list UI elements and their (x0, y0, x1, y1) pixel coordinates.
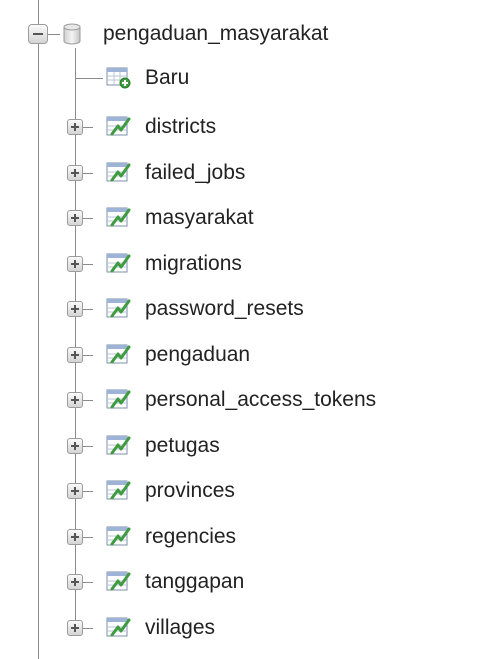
table-icon (106, 435, 131, 455)
tree-connector (83, 355, 93, 356)
table-row-villages[interactable]: villages (0, 610, 470, 648)
table-icon (106, 389, 131, 409)
tree-connector (83, 446, 93, 447)
table-name[interactable]: petugas (145, 434, 220, 458)
table-icon (106, 116, 131, 136)
table-row-regencies[interactable]: regencies (0, 519, 470, 557)
table-name[interactable]: password_resets (145, 297, 304, 321)
database-icon (63, 23, 81, 45)
table-row-masyarakat[interactable]: masyarakat (0, 200, 470, 238)
table-icon (106, 617, 131, 637)
tree-connector (83, 309, 93, 310)
table-icon (106, 344, 131, 364)
plus-expander-icon[interactable] (67, 256, 83, 272)
table-icon (106, 526, 131, 546)
plus-expander-icon[interactable] (67, 574, 83, 590)
tree-connector (83, 173, 93, 174)
tree-connector (75, 78, 103, 79)
table-name[interactable]: masyarakat (145, 206, 254, 230)
table-row-petugas[interactable]: petugas (0, 428, 470, 466)
database-name[interactable]: pengaduan_masyarakat (103, 22, 328, 46)
new-table-label[interactable]: Baru (145, 66, 189, 90)
table-name[interactable]: migrations (145, 252, 242, 276)
plus-expander-icon[interactable] (67, 529, 83, 545)
table-row-provinces[interactable]: provinces (0, 473, 470, 511)
table-row-personal-access-tokens[interactable]: personal_access_tokens (0, 382, 470, 420)
table-icon (106, 480, 131, 500)
minus-expander-icon[interactable] (28, 24, 48, 44)
database-row[interactable]: pengaduan_masyarakat (0, 16, 470, 54)
plus-expander-icon[interactable] (67, 210, 83, 226)
tree-connector (83, 218, 93, 219)
tree-connector (83, 264, 93, 265)
table-row-tanggapan[interactable]: tanggapan (0, 564, 470, 602)
table-name[interactable]: villages (145, 616, 215, 640)
tree-connector (83, 491, 93, 492)
table-icon (106, 253, 131, 273)
tree-connector (48, 34, 60, 35)
plus-expander-icon[interactable] (67, 438, 83, 454)
table-name[interactable]: tanggapan (145, 570, 244, 594)
table-icon (106, 162, 131, 182)
database-tree: pengaduan_masyarakat Baru districts faile… (0, 0, 478, 659)
tree-connector (83, 628, 93, 629)
new-table-icon (106, 67, 131, 89)
table-row-pengaduan[interactable]: pengaduan (0, 337, 470, 375)
plus-expander-icon[interactable] (67, 392, 83, 408)
plus-expander-icon[interactable] (67, 620, 83, 636)
tree-connector (83, 537, 93, 538)
plus-expander-icon[interactable] (67, 301, 83, 317)
plus-expander-icon[interactable] (67, 119, 83, 135)
table-icon (106, 571, 131, 591)
table-row-districts[interactable]: districts (0, 109, 470, 147)
table-row-password-resets[interactable]: password_resets (0, 291, 470, 329)
new-table-row[interactable]: Baru (0, 60, 470, 98)
table-name[interactable]: provinces (145, 479, 235, 503)
table-row-failed-jobs[interactable]: failed_jobs (0, 155, 470, 193)
table-name[interactable]: personal_access_tokens (145, 388, 376, 412)
plus-expander-icon[interactable] (67, 165, 83, 181)
table-name[interactable]: districts (145, 115, 216, 139)
tree-connector (83, 582, 93, 583)
tree-connector (83, 400, 93, 401)
table-icon (106, 298, 131, 318)
table-row-migrations[interactable]: migrations (0, 246, 470, 284)
table-name[interactable]: pengaduan (145, 343, 250, 367)
table-name[interactable]: regencies (145, 525, 236, 549)
tree-connector (83, 127, 93, 128)
plus-expander-icon[interactable] (67, 347, 83, 363)
tree-line-root (38, 0, 39, 659)
table-name[interactable]: failed_jobs (145, 161, 245, 185)
table-icon (106, 207, 131, 227)
plus-expander-icon[interactable] (67, 483, 83, 499)
